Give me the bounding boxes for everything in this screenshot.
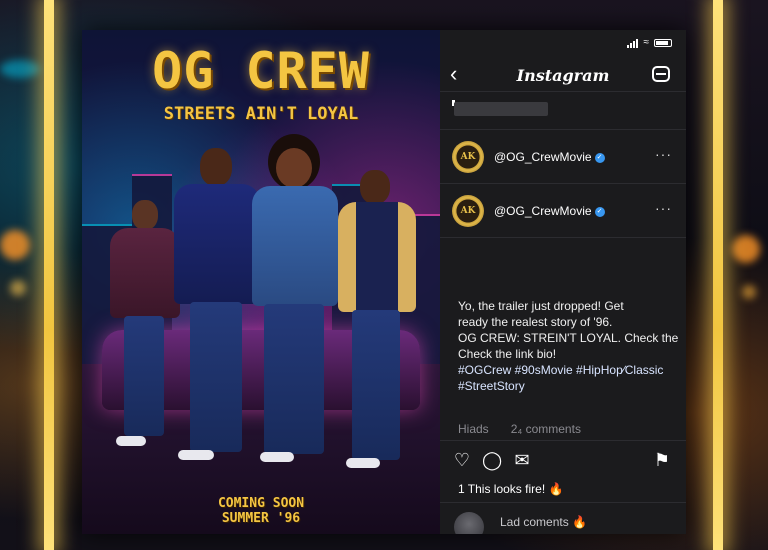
account-handle[interactable]: @OG_CrewMovie ✓ (494, 150, 605, 164)
poster-release-line: COMING SOON (217, 496, 305, 511)
camera-icon[interactable] (652, 66, 670, 82)
avatar-text: AK (460, 206, 476, 216)
likes-count-link[interactable]: Hiads (458, 422, 489, 436)
account-handle-text[interactable]: @OG_CrewMovie (494, 150, 592, 164)
bokeh-light (10, 280, 26, 296)
bokeh-light (0, 230, 30, 260)
signal-icon (626, 38, 639, 48)
caption-line: Check the link bio! (458, 347, 557, 361)
scene-background: OG CREW STREETS AIN'T LOYAL COMING SOON … (0, 0, 768, 550)
comments-count-link[interactable]: 2₄ comments (511, 422, 581, 436)
caption-line: OG CREW: STREIN'T LOYAL. Check the (458, 331, 679, 345)
redacted-row (440, 92, 686, 130)
commenter-avatar[interactable] (454, 512, 484, 534)
divider (440, 440, 686, 441)
poster-release-line: SUMMER '96 (221, 511, 301, 526)
caption-line: ready the realest story of '96. (458, 315, 613, 329)
poster-release-text: COMING SOON SUMMER '96 (82, 496, 440, 526)
account-handle[interactable]: @OG_CrewMovie ✓ (494, 204, 605, 218)
hashtags[interactable]: #OGCrew #90sMovie #HipHop∕Classic (458, 362, 682, 378)
wifi-icon: ≈ (643, 37, 650, 48)
poster-tagline: STREETS AIN'T LOYAL (163, 104, 359, 124)
status-bar: ≈ (440, 30, 686, 58)
post-meta: Hiads 2₄ comments (458, 422, 581, 436)
share-icon[interactable]: ✉ (512, 450, 532, 470)
redacted-text (454, 102, 548, 116)
instagram-panel: ≈ ‹ Instagram AK @OG_CrewMovie ✓ ··· AK @… (440, 30, 686, 534)
avatar-text: AK (460, 152, 476, 162)
bokeh-light (742, 285, 756, 299)
bookmark-icon[interactable]: ⚑ (652, 450, 672, 470)
account-row[interactable]: AK @OG_CrewMovie ✓ ··· (440, 130, 686, 184)
verified-badge-icon: ✓ (594, 206, 605, 217)
poster-title: OG CREW (152, 42, 370, 100)
hashtags[interactable]: #StreetStory (458, 378, 682, 394)
bokeh-light (732, 235, 760, 263)
more-icon[interactable]: ··· (655, 200, 672, 216)
heart-icon[interactable]: ♡ (452, 450, 472, 470)
divider (440, 502, 686, 503)
movie-poster[interactable]: OG CREW STREETS AIN'T LOYAL COMING SOON … (82, 30, 440, 534)
caption-line: Yo, the trailer just dropped! Get (458, 299, 624, 313)
top-nav: ‹ Instagram (440, 58, 686, 92)
action-bar: ♡ ◯ ✉ ⚑ (452, 450, 674, 472)
avatar[interactable]: AK (452, 141, 484, 173)
avatar[interactable]: AK (452, 195, 484, 227)
neon-frame-left (44, 0, 54, 550)
neon-frame-right (713, 0, 723, 550)
verified-badge-icon: ✓ (594, 152, 605, 163)
account-row[interactable]: AK @OG_CrewMovie ✓ ··· (440, 184, 686, 238)
top-comment: 1 This looks fire! 🔥 (458, 482, 564, 496)
comments-preview-link[interactable]: Lad coments 🔥 (500, 515, 587, 529)
app-title: Instagram (516, 66, 610, 85)
account-handle-text[interactable]: @OG_CrewMovie (494, 204, 592, 218)
post-caption: Yo, the trailer just dropped! Get ready … (458, 298, 682, 394)
battery-icon (654, 39, 672, 47)
comment-icon[interactable]: ◯ (482, 450, 502, 470)
more-icon[interactable]: ··· (655, 146, 672, 162)
bokeh-light (0, 60, 40, 78)
